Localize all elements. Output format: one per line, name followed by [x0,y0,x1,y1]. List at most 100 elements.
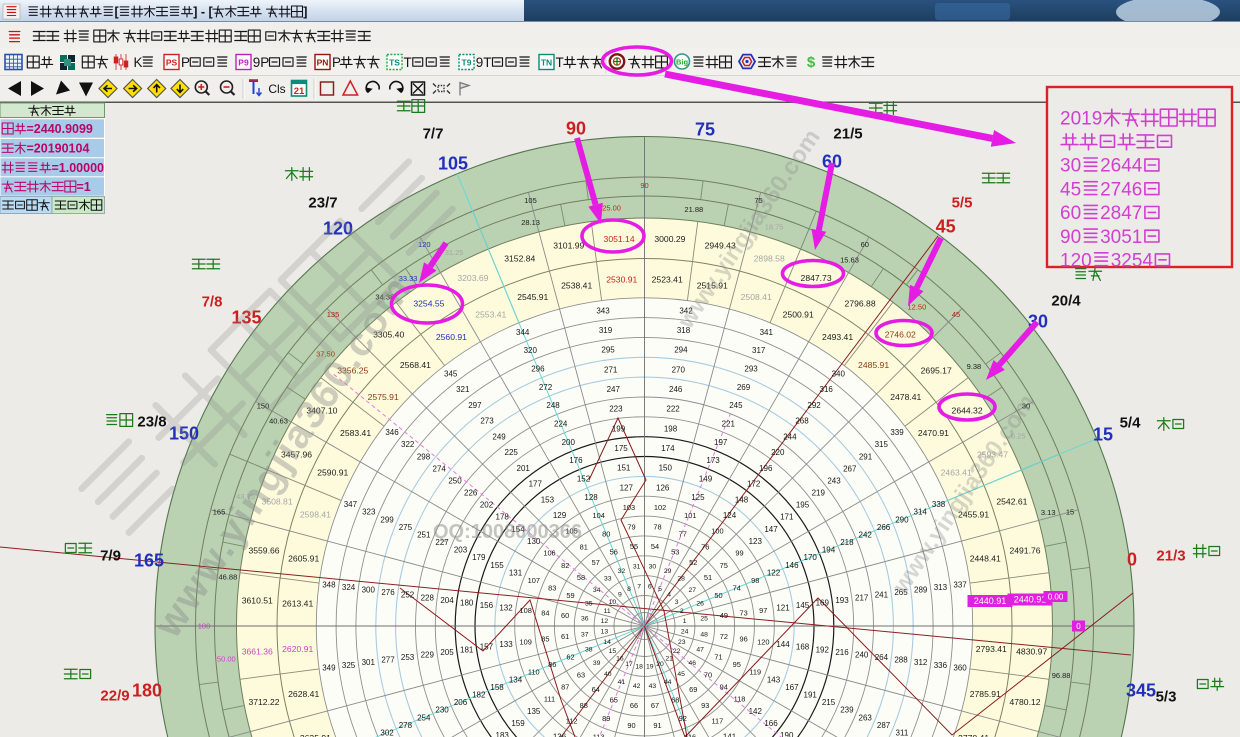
svg-text:2793.41: 2793.41 [976,644,1007,654]
svg-text:157: 157 [480,643,494,652]
svg-text:293: 293 [744,365,758,374]
svg-text:3559.66: 3559.66 [248,545,279,555]
svg-text:97: 97 [759,606,767,615]
svg-text:56: 56 [610,548,618,557]
svg-text:90: 90 [1060,227,1081,248]
svg-text:148: 148 [735,495,749,504]
svg-text:264: 264 [875,653,889,662]
svg-text:2746.02: 2746.02 [885,329,916,339]
svg-text:45: 45 [677,671,685,678]
svg-text:2628.41: 2628.41 [288,689,319,699]
svg-text:246: 246 [669,385,683,394]
svg-text:93: 93 [701,701,709,710]
svg-text:28.13: 28.13 [521,218,540,227]
svg-text:273: 273 [480,417,494,426]
svg-text:192: 192 [816,645,830,654]
svg-text:205: 205 [440,648,454,657]
svg-text:173: 173 [706,456,720,465]
svg-text:336: 336 [934,661,948,670]
svg-text:14: 14 [603,639,611,646]
svg-text:242: 242 [859,531,873,540]
svg-text:75: 75 [695,120,715,140]
svg-text:253: 253 [401,653,415,662]
svg-text:199: 199 [612,424,626,433]
svg-text:Big: Big [676,58,689,67]
svg-text:3051: 3051 [1100,227,1142,248]
svg-text:337: 337 [953,580,967,589]
svg-text:156: 156 [480,601,494,610]
svg-text:98: 98 [751,576,759,585]
svg-text:94: 94 [720,683,728,692]
svg-text:268: 268 [795,417,809,426]
svg-text:17: 17 [625,661,633,668]
svg-text:191: 191 [804,691,818,700]
svg-text:2523.41: 2523.41 [652,274,683,284]
svg-text:123: 123 [749,537,763,546]
svg-text:250: 250 [448,476,462,485]
svg-text:25: 25 [700,616,708,623]
svg-text:2530.91: 2530.91 [606,274,637,284]
svg-text:24: 24 [681,629,689,636]
svg-text:15.63: 15.63 [840,256,859,265]
svg-text:0: 0 [1076,622,1081,631]
svg-text:57: 57 [592,558,600,567]
svg-text:165: 165 [134,551,164,571]
svg-text:26: 26 [696,600,704,607]
svg-text:129: 129 [553,511,567,520]
svg-text:11: 11 [604,608,611,615]
svg-text:38: 38 [585,647,593,654]
svg-text:3.13: 3.13 [1041,508,1056,517]
svg-text:9.38: 9.38 [967,362,982,371]
svg-text:31.25: 31.25 [445,248,464,257]
svg-text:43: 43 [649,683,657,690]
svg-text:33: 33 [604,576,612,583]
svg-text:T: T [556,55,564,70]
svg-text:105: 105 [524,196,537,205]
svg-text:177: 177 [529,480,543,489]
svg-text:349: 349 [322,663,336,672]
svg-text:2620.91: 2620.91 [282,644,313,654]
svg-text:172: 172 [747,480,761,489]
svg-text:71: 71 [714,652,722,661]
svg-text:272: 272 [539,383,553,392]
svg-text:2785.91: 2785.91 [970,689,1001,699]
svg-text:218: 218 [840,538,854,547]
svg-text:144: 144 [776,640,790,649]
svg-text:50: 50 [714,591,722,600]
svg-text:46: 46 [689,660,697,667]
svg-text:299: 299 [380,515,394,524]
svg-text:198: 198 [664,424,678,433]
svg-text:180: 180 [132,681,162,701]
svg-text:252: 252 [401,591,415,600]
svg-text:346: 346 [385,428,399,437]
svg-text:25.00: 25.00 [602,204,621,213]
svg-text:2644.32: 2644.32 [952,406,983,416]
svg-text:41: 41 [618,679,626,686]
svg-text:2: 2 [680,608,684,615]
svg-text:240: 240 [855,651,869,660]
svg-text:159: 159 [511,719,525,728]
svg-text:72: 72 [720,632,728,641]
svg-text:2478.41: 2478.41 [890,392,921,402]
svg-text:317: 317 [752,346,766,355]
svg-text:9T: 9T [476,55,492,70]
svg-text:155: 155 [490,561,504,570]
svg-text:180: 180 [460,599,474,608]
svg-text:76: 76 [701,542,709,551]
svg-text:90: 90 [640,181,648,190]
svg-text:109: 109 [520,637,532,646]
svg-text:3661.36: 3661.36 [242,647,273,657]
svg-text:42: 42 [633,683,641,690]
svg-text:141: 141 [723,733,737,737]
svg-text:34: 34 [593,587,601,594]
svg-text:311: 311 [896,729,909,737]
svg-text:277: 277 [381,656,395,665]
svg-text:219: 219 [812,489,826,498]
svg-text:249: 249 [492,432,506,441]
svg-text:315: 315 [875,440,889,449]
svg-text:23/7: 23/7 [308,195,337,212]
svg-text:7/9: 7/9 [100,548,121,565]
svg-text:2898.58: 2898.58 [754,254,785,264]
svg-text:267: 267 [843,464,857,473]
svg-text:170: 170 [804,553,818,562]
